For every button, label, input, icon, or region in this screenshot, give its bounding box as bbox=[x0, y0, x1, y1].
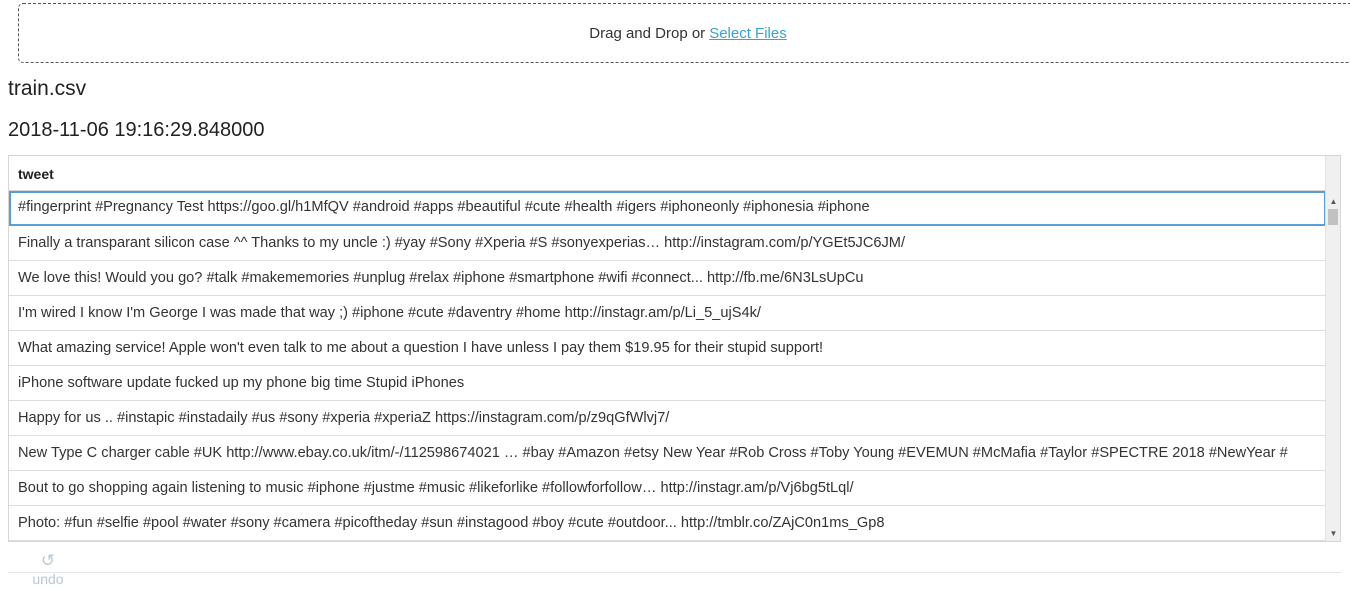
scroll-down-arrow-icon[interactable]: ▼ bbox=[1326, 526, 1340, 541]
page: Drag and Drop or Select Files train.csv … bbox=[0, 0, 1350, 596]
table-row[interactable]: #fingerprint #Pregnancy Test https://goo… bbox=[9, 191, 1326, 226]
table-rows: #fingerprint #Pregnancy Test https://goo… bbox=[9, 191, 1326, 541]
table-row[interactable]: I'm wired I know I'm George I was made t… bbox=[9, 296, 1326, 331]
table-body: tweet #fingerprint #Pregnancy Test https… bbox=[9, 156, 1326, 541]
undo-label: undo bbox=[32, 571, 64, 587]
select-files-link[interactable]: Select Files bbox=[709, 25, 787, 42]
dropzone-prompt: Drag and Drop or bbox=[589, 24, 706, 42]
undo-button[interactable]: ↺ undo bbox=[28, 551, 68, 588]
column-header-tweet[interactable]: tweet bbox=[9, 156, 1326, 191]
file-timestamp: 2018-11-06 19:16:29.848000 bbox=[8, 119, 265, 141]
divider bbox=[8, 572, 1341, 573]
table-row[interactable]: iPhone software update fucked up my phon… bbox=[9, 366, 1326, 401]
table-row[interactable]: Bout to go shopping again listening to m… bbox=[9, 471, 1326, 506]
data-table: tweet #fingerprint #Pregnancy Test https… bbox=[8, 155, 1341, 542]
file-dropzone[interactable]: Drag and Drop or Select Files bbox=[18, 3, 1350, 63]
scroll-thumb[interactable] bbox=[1328, 209, 1338, 225]
table-row[interactable]: New Type C charger cable #UK http://www.… bbox=[9, 436, 1326, 471]
table-row[interactable]: We love this! Would you go? #talk #makem… bbox=[9, 261, 1326, 296]
table-row[interactable]: Finally a transparant silicon case ^^ Th… bbox=[9, 226, 1326, 261]
file-name: train.csv bbox=[8, 77, 87, 100]
table-row[interactable]: What amazing service! Apple won't even t… bbox=[9, 331, 1326, 366]
vertical-scrollbar[interactable]: ▲ ▼ bbox=[1325, 156, 1340, 541]
scroll-up-arrow-icon[interactable]: ▲ bbox=[1326, 194, 1340, 209]
table-row[interactable]: Photo: #fun #selfie #pool #water #sony #… bbox=[9, 506, 1326, 541]
undo-icon: ↺ bbox=[40, 551, 56, 570]
table-row[interactable]: Happy for us .. #instapic #instadaily #u… bbox=[9, 401, 1326, 436]
